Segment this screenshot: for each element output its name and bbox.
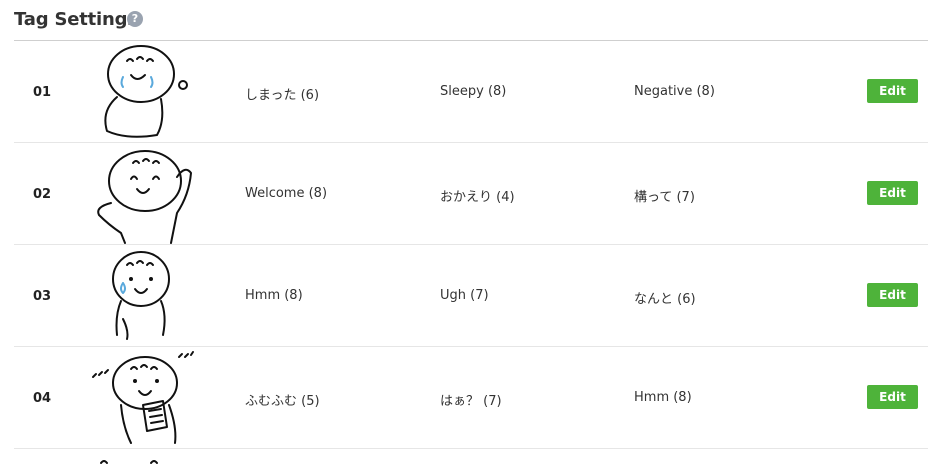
page-header: Tag Settings ? [0,0,936,41]
edit-button[interactable]: Edit [867,283,918,307]
tag-label: はぁ？ (7) [440,394,502,409]
tag-label: ふむふむ (5) [245,394,320,409]
sticker-image [97,150,192,244]
help-icon[interactable]: ? [127,11,143,27]
edit-button[interactable]: Edit [867,385,918,409]
tag-label: Hmm (8) [634,390,692,405]
sticker-number: 04 [33,391,52,406]
tag-label: Negative (8) [634,84,715,99]
sticker-image [100,460,158,464]
tag-label: Sleepy (8) [440,84,507,99]
tag-label: Welcome (8) [245,186,328,201]
table-row: 01 しまった (6) Sleepy (8) Negative (8) Edit [14,41,928,143]
sticker-number: 02 [33,187,52,202]
table-row-partial [14,449,928,469]
tag-label: Hmm (8) [245,288,303,303]
table-row: 03 Hmm (8) Ugh (7) なんと (6) Edit [14,245,928,347]
sticker-image [92,351,194,444]
tag-label: しまった (6) [245,88,320,103]
sticker-number: 01 [33,85,52,100]
edit-button[interactable]: Edit [867,79,918,103]
tag-label: おかえり (4) [440,190,515,205]
tag-label: Ugh (7) [440,288,489,303]
table-row: 04 ふむふむ (5) はぁ？ (7) Hmm (8) Edit [14,347,928,449]
page-title: Tag Settings [14,9,138,30]
table-row: 02 Welcome (8) おかえり (4) 構って (7) Edit [14,143,928,245]
sticker-image [104,45,188,138]
tag-label: なんと (6) [634,292,696,307]
sticker-image [112,251,170,340]
edit-button[interactable]: Edit [867,181,918,205]
tag-label: 構って (7) [634,190,695,205]
sticker-number: 03 [33,289,52,304]
